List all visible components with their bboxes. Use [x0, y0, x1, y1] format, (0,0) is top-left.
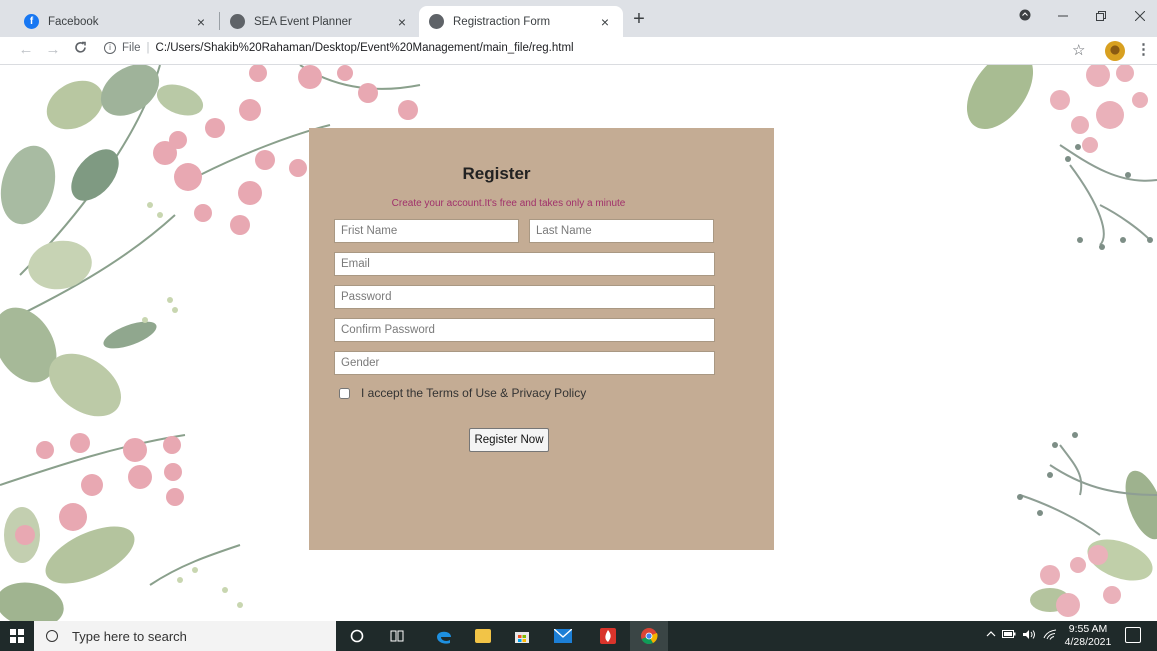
bookmark-star-icon[interactable]: ☆: [1072, 41, 1085, 59]
restore-icon[interactable]: [1091, 8, 1111, 25]
register-now-button[interactable]: Register Now: [469, 428, 549, 452]
form-title: Register: [462, 164, 531, 183]
url-field[interactable]: i File | C:/Users/Shakib%20Rahaman/Deskt…: [104, 42, 574, 54]
edge-icon[interactable]: [425, 621, 463, 651]
wifi-icon[interactable]: [1043, 629, 1057, 643]
clock-date: 4/28/2021: [1064, 636, 1112, 648]
back-arrow-icon[interactable]: ←: [16, 41, 36, 58]
tab-title: SEA Event Planner: [254, 15, 352, 28]
browser-tab-strip: f Facebook × SEA Event Planner × Registr…: [0, 0, 1157, 37]
url-scheme-label: File: [122, 42, 141, 54]
terms-checkbox[interactable]: [339, 387, 350, 399]
confirm-password-field[interactable]: [334, 318, 715, 342]
facebook-icon: f: [24, 14, 39, 29]
new-tab-button[interactable]: +: [628, 9, 650, 29]
reload-icon[interactable]: [70, 41, 90, 58]
registration-form-card: Register Create your account.It's free a…: [309, 128, 774, 550]
url-text[interactable]: C:/Users/Shakib%20Rahaman/Desktop/Event%…: [156, 42, 574, 54]
system-clock[interactable]: 9:55 AM 4/28/2021: [1062, 623, 1114, 649]
tray-chevron-up-icon[interactable]: [986, 629, 996, 641]
search-icon: [46, 630, 58, 642]
info-icon[interactable]: i: [104, 42, 116, 54]
chrome-icon[interactable]: [630, 621, 668, 651]
tab-title: Registraction Form: [453, 15, 551, 28]
cortana-icon[interactable]: [338, 621, 376, 651]
notification-center-icon[interactable]: [1125, 627, 1141, 643]
browser-menu-icon[interactable]: ⋮: [1136, 40, 1151, 58]
forward-arrow-icon[interactable]: →: [43, 41, 63, 58]
close-icon[interactable]: ×: [193, 14, 209, 30]
password-field[interactable]: [334, 285, 715, 309]
gender-field[interactable]: [334, 351, 715, 375]
app-flame-icon[interactable]: [589, 621, 627, 651]
windows-start-icon[interactable]: [10, 629, 24, 643]
file-explorer-icon[interactable]: [464, 621, 502, 651]
close-icon[interactable]: ×: [394, 14, 410, 30]
last-name-field[interactable]: [529, 219, 714, 243]
address-bar: ← → i File | C:/Users/Shakib%20Rahaman/D…: [0, 37, 1157, 65]
close-icon[interactable]: ×: [597, 14, 613, 30]
email-field[interactable]: [334, 252, 715, 276]
globe-icon: [429, 14, 444, 29]
page-viewport: Register Create your account.It's free a…: [0, 65, 1157, 621]
first-name-field[interactable]: [334, 219, 519, 243]
clock-time: 9:55 AM: [1068, 623, 1108, 635]
globe-icon: [230, 14, 245, 29]
minimize-icon[interactable]: [1053, 8, 1073, 25]
taskbar-search-box[interactable]: Type here to search: [34, 621, 336, 651]
profile-sync-icon[interactable]: [1015, 8, 1035, 25]
tab-facebook[interactable]: f Facebook ×: [14, 6, 219, 37]
close-window-icon[interactable]: [1130, 8, 1150, 25]
tab-title: Facebook: [48, 15, 99, 28]
terms-checkbox-row[interactable]: I accept the Terms of Use & Privacy Poli…: [339, 386, 586, 400]
mail-icon[interactable]: [544, 621, 582, 651]
taskbar-search-placeholder: Type here to search: [72, 628, 187, 644]
volume-icon[interactable]: [1022, 629, 1036, 643]
tab-registration-form[interactable]: Registraction Form ×: [419, 6, 623, 37]
tab-sea-event-planner[interactable]: SEA Event Planner ×: [220, 6, 420, 37]
microsoft-store-icon[interactable]: [503, 621, 541, 651]
terms-label: I accept the Terms of Use & Privacy Poli…: [361, 386, 587, 400]
profile-avatar[interactable]: [1105, 41, 1125, 61]
battery-icon[interactable]: [1002, 629, 1016, 642]
form-subtitle: Create your account.It's free and takes …: [391, 198, 626, 209]
url-separator: |: [146, 42, 150, 54]
task-view-icon[interactable]: [378, 621, 416, 651]
windows-taskbar: Type here to search 9:55 AM 4/28/2021: [0, 621, 1157, 651]
